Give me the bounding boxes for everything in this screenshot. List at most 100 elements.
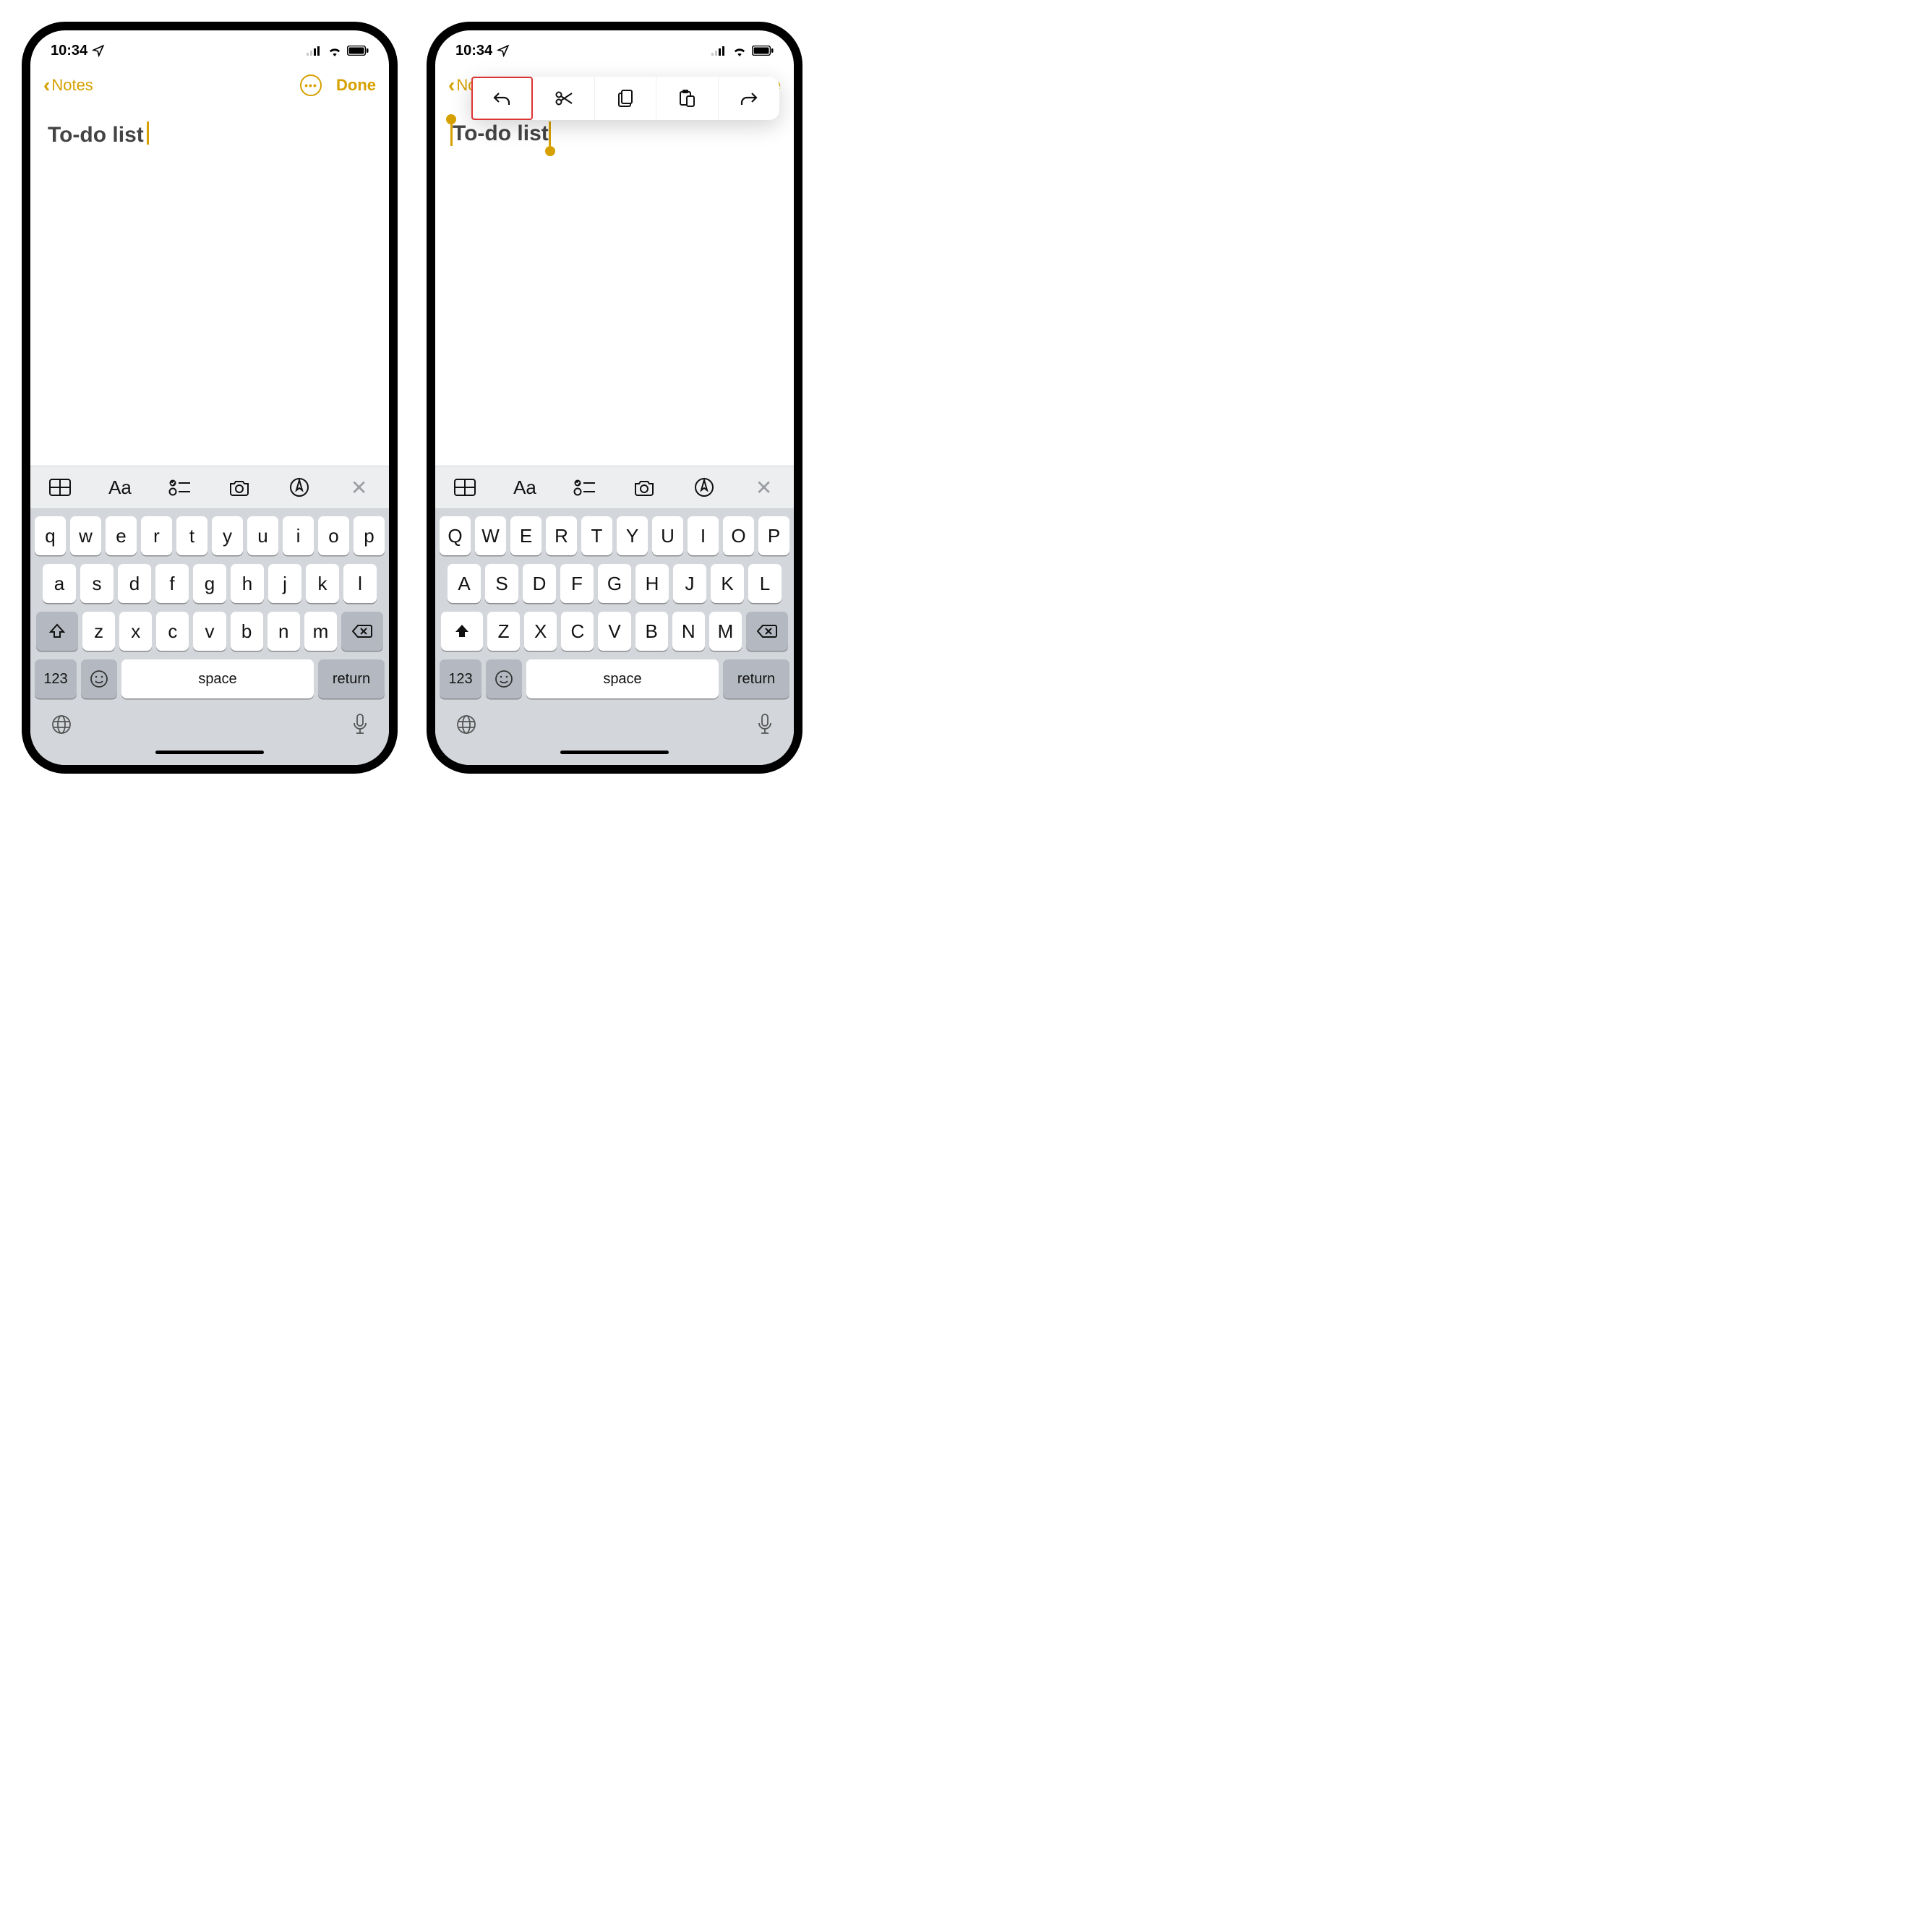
globe-button[interactable]: [51, 714, 72, 741]
camera-button[interactable]: [630, 479, 659, 496]
key-c[interactable]: C: [561, 612, 594, 651]
close-format-button[interactable]: ✕: [345, 476, 374, 500]
key-y[interactable]: Y: [617, 516, 648, 555]
key-k[interactable]: K: [711, 564, 744, 603]
text-format-button[interactable]: Aa: [510, 476, 539, 499]
key-a[interactable]: a: [43, 564, 76, 603]
markup-button[interactable]: [690, 477, 719, 497]
key-v[interactable]: V: [598, 612, 630, 651]
back-button[interactable]: ‹ Notes: [43, 74, 93, 97]
popover-undo[interactable]: [471, 77, 533, 120]
home-indicator[interactable]: [30, 751, 389, 765]
key-t[interactable]: T: [581, 516, 612, 555]
close-format-button[interactable]: ✕: [750, 476, 779, 500]
key-numeric[interactable]: 123: [440, 659, 481, 698]
key-e[interactable]: e: [106, 516, 137, 555]
key-r[interactable]: r: [141, 516, 172, 555]
key-o[interactable]: o: [318, 516, 349, 555]
key-delete[interactable]: [746, 612, 788, 651]
checklist-button[interactable]: [166, 479, 194, 496]
key-j[interactable]: J: [673, 564, 706, 603]
key-i[interactable]: I: [688, 516, 719, 555]
popover-copy[interactable]: [595, 77, 656, 120]
key-m[interactable]: m: [304, 612, 337, 651]
key-m[interactable]: M: [709, 612, 742, 651]
key-numeric[interactable]: 123: [35, 659, 77, 698]
key-l[interactable]: L: [748, 564, 782, 603]
popover-redo[interactable]: [719, 77, 779, 120]
checklist-button[interactable]: [570, 479, 599, 496]
key-h[interactable]: h: [231, 564, 264, 603]
key-l[interactable]: l: [343, 564, 377, 603]
key-q[interactable]: q: [35, 516, 66, 555]
selection-handle-left[interactable]: [450, 121, 453, 146]
done-button[interactable]: Done: [336, 76, 376, 95]
key-space[interactable]: space: [121, 659, 314, 698]
more-button[interactable]: •••: [300, 74, 322, 96]
table-button[interactable]: [450, 479, 479, 496]
key-s[interactable]: s: [80, 564, 114, 603]
key-j[interactable]: j: [268, 564, 301, 603]
key-emoji[interactable]: [486, 659, 522, 698]
key-v[interactable]: v: [193, 612, 226, 651]
selection-handle-right[interactable]: [549, 121, 551, 146]
dictation-button[interactable]: [351, 713, 369, 742]
key-n[interactable]: n: [267, 612, 300, 651]
key-return[interactable]: return: [723, 659, 789, 698]
key-h[interactable]: H: [635, 564, 669, 603]
key-f[interactable]: F: [560, 564, 594, 603]
keyboard-tray: [435, 704, 794, 751]
key-u[interactable]: u: [247, 516, 278, 555]
key-emoji[interactable]: [81, 659, 117, 698]
key-w[interactable]: w: [70, 516, 101, 555]
key-i[interactable]: i: [283, 516, 314, 555]
key-u[interactable]: U: [652, 516, 683, 555]
note-editor[interactable]: To-do list: [435, 107, 794, 466]
key-delete[interactable]: [341, 612, 383, 651]
key-x[interactable]: x: [119, 612, 152, 651]
table-button[interactable]: [46, 479, 74, 496]
key-q[interactable]: Q: [440, 516, 471, 555]
popover-cut[interactable]: [533, 77, 594, 120]
key-b[interactable]: B: [635, 612, 668, 651]
key-p[interactable]: p: [354, 516, 385, 555]
key-shift[interactable]: [36, 612, 78, 651]
selection-dot-bottom[interactable]: [545, 146, 555, 156]
key-w[interactable]: W: [475, 516, 506, 555]
text-selection[interactable]: To-do list: [453, 121, 549, 146]
key-g[interactable]: G: [598, 564, 631, 603]
key-p[interactable]: P: [758, 516, 789, 555]
text-format-button[interactable]: Aa: [106, 476, 134, 499]
key-z[interactable]: z: [82, 612, 115, 651]
key-shift-active[interactable]: [441, 612, 483, 651]
dictation-button[interactable]: [756, 713, 774, 742]
key-e[interactable]: E: [510, 516, 541, 555]
selection-dot-top[interactable]: [446, 114, 456, 124]
key-g[interactable]: g: [193, 564, 226, 603]
key-b[interactable]: b: [231, 612, 263, 651]
table-icon: [454, 479, 476, 496]
key-z[interactable]: Z: [487, 612, 520, 651]
home-indicator[interactable]: [435, 751, 794, 765]
key-return[interactable]: return: [318, 659, 385, 698]
key-s[interactable]: S: [485, 564, 518, 603]
globe-button[interactable]: [455, 714, 477, 741]
key-f[interactable]: f: [155, 564, 189, 603]
popover-paste[interactable]: [656, 77, 718, 120]
key-space[interactable]: space: [526, 659, 719, 698]
key-x[interactable]: X: [524, 612, 557, 651]
key-t[interactable]: t: [176, 516, 207, 555]
markup-button[interactable]: [285, 477, 314, 497]
key-a[interactable]: A: [448, 564, 481, 603]
key-d[interactable]: d: [118, 564, 151, 603]
note-editor[interactable]: To-do list: [30, 107, 389, 466]
camera-button[interactable]: [225, 479, 254, 496]
key-r[interactable]: R: [546, 516, 577, 555]
key-n[interactable]: N: [672, 612, 705, 651]
kb-row-2: a s d f g h j k l: [35, 564, 385, 603]
key-c[interactable]: c: [156, 612, 189, 651]
key-d[interactable]: D: [523, 564, 556, 603]
key-k[interactable]: k: [306, 564, 339, 603]
key-o[interactable]: O: [723, 516, 754, 555]
key-y[interactable]: y: [212, 516, 243, 555]
